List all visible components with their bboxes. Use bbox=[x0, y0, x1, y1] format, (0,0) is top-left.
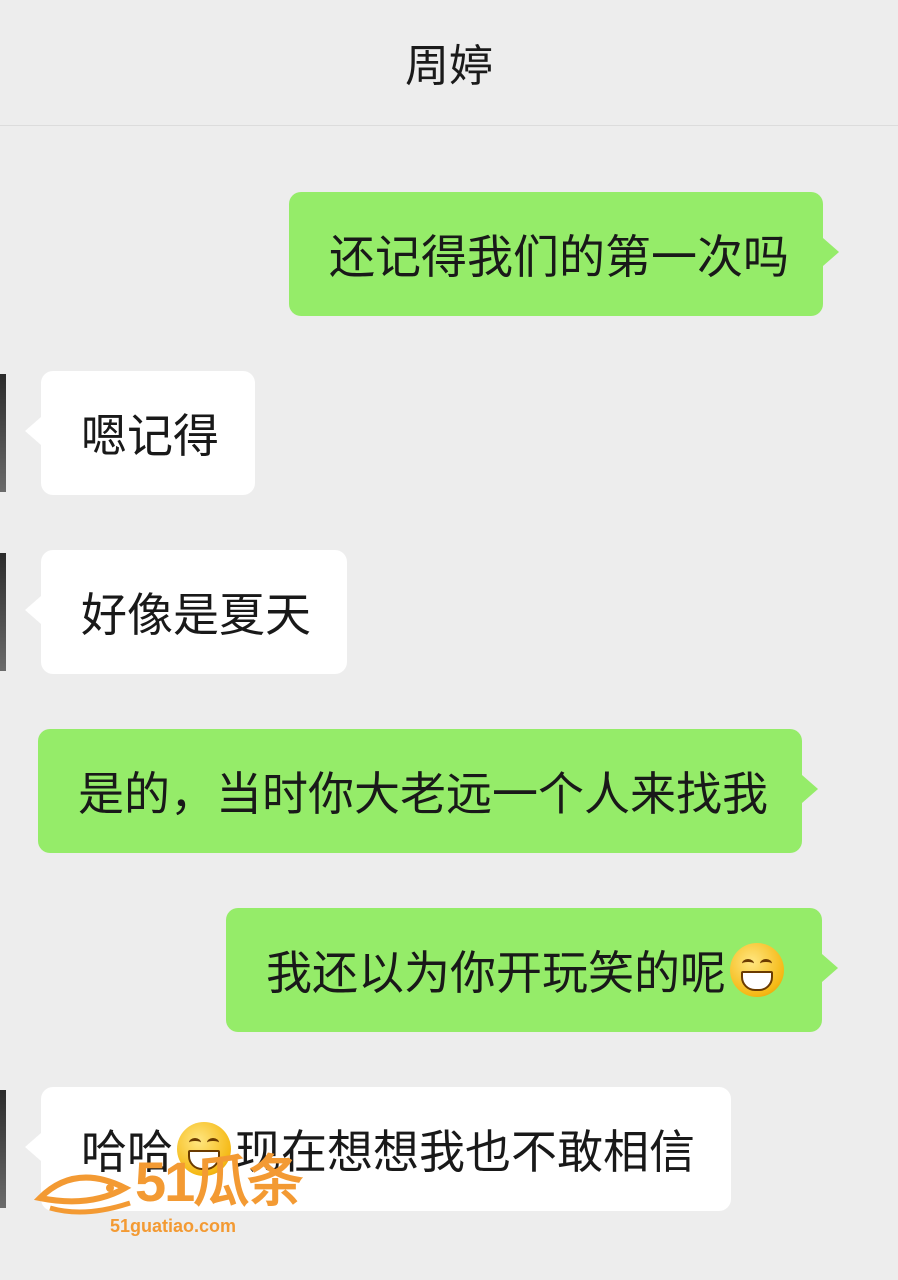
message-bubble-outgoing[interactable]: 还记得我们的第一次吗 bbox=[289, 192, 839, 316]
contact-avatar[interactable] bbox=[0, 1090, 6, 1208]
chat-header: 周婷 bbox=[0, 0, 898, 126]
message-bubble-outgoing[interactable]: 我还以为你开玩笑的呢 bbox=[226, 908, 838, 1032]
message-text: 嗯记得 bbox=[81, 409, 219, 463]
contact-name[interactable]: 周婷 bbox=[0, 30, 898, 94]
message-text: 还记得我们的第一次吗 bbox=[329, 230, 789, 284]
contact-avatar[interactable] bbox=[0, 374, 6, 492]
site-watermark: 51瓜条 51guatiao.com bbox=[30, 1150, 310, 1240]
message-text: 好像是夏天 bbox=[81, 588, 311, 642]
message-text: 是的，当时你大老远一个人来找我 bbox=[78, 767, 768, 821]
message-bubble-incoming[interactable]: 嗯记得 bbox=[25, 371, 255, 495]
message-bubble-incoming[interactable]: 好像是夏天 bbox=[25, 550, 347, 674]
contact-avatar[interactable] bbox=[0, 553, 6, 671]
message-bubble-outgoing[interactable]: 是的，当时你大老远一个人来找我 bbox=[38, 729, 818, 853]
grinning-emoji-icon bbox=[730, 943, 784, 997]
watermark-url: 51guatiao.com bbox=[110, 1216, 237, 1236]
message-text: 我还以为你开玩笑的呢 bbox=[266, 946, 726, 1000]
watermark-logo-text: 51瓜条 bbox=[135, 1150, 303, 1213]
